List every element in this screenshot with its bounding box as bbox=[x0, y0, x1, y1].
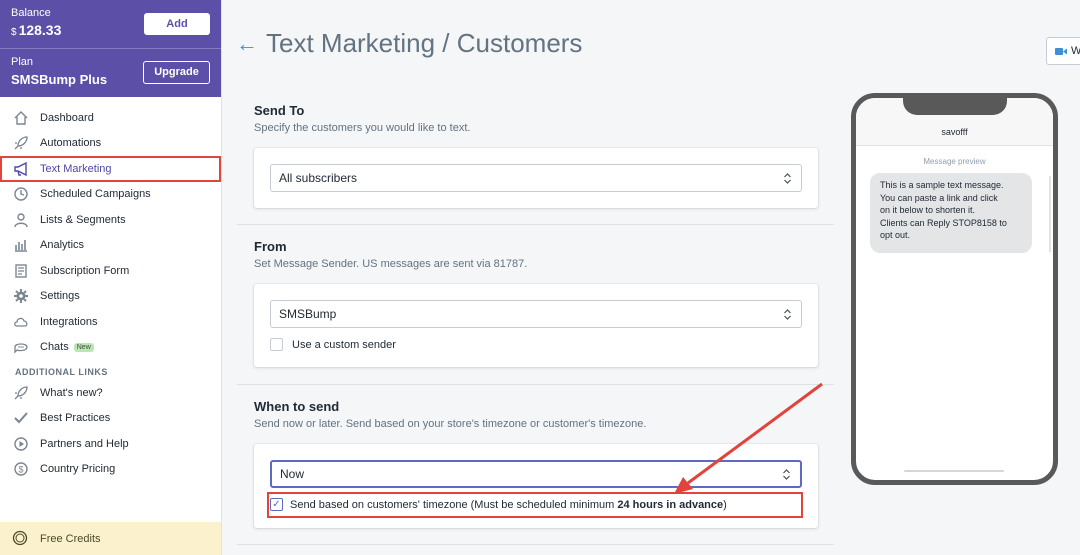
message-bubble: This is a sample text message. You can p… bbox=[870, 173, 1032, 253]
sidebar-item-partners-help[interactable]: Partners and Help bbox=[0, 431, 221, 457]
when-to-send-subtitle: Send now or later. Send based on your st… bbox=[254, 418, 647, 430]
sidebar-item-best-practices[interactable]: Best Practices bbox=[0, 406, 221, 432]
rocket-icon bbox=[12, 384, 29, 401]
dollar-icon: $ bbox=[12, 461, 29, 478]
balance-label: Balance bbox=[11, 7, 51, 19]
gear-icon bbox=[12, 288, 29, 305]
from-select[interactable]: SMSBump bbox=[270, 300, 802, 328]
select-chevron-icon bbox=[783, 462, 790, 486]
send-to-subtitle: Specify the customers you would like to … bbox=[254, 122, 471, 134]
upgrade-button[interactable]: Upgrade bbox=[143, 61, 210, 84]
sidebar-nav: Dashboard Automations Text Marketing Sch… bbox=[0, 105, 221, 482]
sidebar-item-settings[interactable]: Settings bbox=[0, 284, 221, 310]
message-line: opt out. bbox=[880, 230, 911, 240]
custom-sender-checkbox[interactable] bbox=[270, 338, 283, 351]
sidebar-item-label: What's new? bbox=[40, 386, 103, 399]
balance-amount: 128.33 bbox=[18, 22, 62, 38]
annotation-highlight-box bbox=[267, 492, 803, 518]
custom-sender-label: Use a custom sender bbox=[292, 339, 396, 351]
rocket-icon bbox=[12, 135, 29, 152]
message-line: Clients can Reply STOP8158 to bbox=[880, 217, 1007, 228]
send-to-title: Send To bbox=[254, 103, 305, 118]
sidebar-item-label: Lists & Segments bbox=[40, 213, 126, 226]
home-icon bbox=[12, 109, 29, 126]
message-line: You can paste a link and click bbox=[880, 192, 998, 203]
sidebar-item-label: Chats bbox=[40, 341, 69, 354]
person-icon bbox=[12, 211, 29, 228]
when-to-send-select[interactable]: Now bbox=[270, 460, 802, 488]
section-divider bbox=[237, 544, 834, 545]
from-title: From bbox=[254, 239, 287, 254]
sidebar-item-label: Scheduled Campaigns bbox=[40, 188, 151, 201]
clock-icon bbox=[12, 186, 29, 203]
sidebar-item-country-pricing[interactable]: $ Country Pricing bbox=[0, 457, 221, 483]
currency-symbol: $ bbox=[11, 27, 17, 38]
message-line: This is a sample text message. bbox=[880, 180, 1004, 190]
sidebar-item-label: Settings bbox=[40, 290, 80, 303]
preview-scrollbar[interactable] bbox=[1049, 176, 1051, 252]
divider bbox=[0, 48, 221, 49]
cloud-icon bbox=[12, 313, 29, 330]
page-title: Text Marketing / Customers bbox=[266, 28, 583, 58]
svg-text:$: $ bbox=[18, 465, 23, 475]
select-chevron-icon bbox=[784, 301, 791, 327]
sidebar-item-label: Text Marketing bbox=[40, 162, 112, 175]
back-arrow-icon[interactable]: ← bbox=[236, 31, 258, 57]
sidebar-item-label: Best Practices bbox=[40, 412, 111, 425]
megaphone-icon bbox=[12, 160, 29, 177]
phone-home-bar bbox=[904, 470, 1004, 472]
when-selected: Now bbox=[280, 467, 305, 481]
sidebar-item-analytics[interactable]: Analytics bbox=[0, 233, 221, 259]
sidebar-item-subscription-form[interactable]: Subscription Form bbox=[0, 258, 221, 284]
free-credits-label: Free Credits bbox=[40, 532, 101, 545]
sidebar-item-scheduled-campaigns[interactable]: Scheduled Campaigns bbox=[0, 182, 221, 208]
sidebar-item-label: Automations bbox=[40, 137, 102, 150]
sidebar-item-text-marketing[interactable]: Text Marketing bbox=[0, 156, 221, 182]
page-header: ← Text Marketing / Customers bbox=[236, 28, 582, 59]
message-line: on it below to shorten it. bbox=[880, 205, 976, 215]
send-to-selected: All subscribers bbox=[279, 171, 358, 185]
sidebar-item-label: Country Pricing bbox=[40, 463, 116, 476]
form-icon bbox=[12, 262, 29, 279]
account-panel: Balance $128.33 Add Plan SMSBump Plus Up… bbox=[0, 0, 221, 97]
sidebar-item-label: Analytics bbox=[40, 239, 85, 252]
play-icon bbox=[12, 435, 29, 452]
sidebar-item-integrations[interactable]: Integrations bbox=[0, 309, 221, 335]
phone-preview: savofff Message preview This is a sample… bbox=[851, 93, 1058, 485]
coin-icon bbox=[12, 530, 29, 547]
from-selected: SMSBump bbox=[279, 307, 337, 321]
video-camera-icon bbox=[1055, 47, 1067, 55]
video-tutorial-button[interactable]: W bbox=[1046, 37, 1080, 65]
sidebar-item-automations[interactable]: Automations bbox=[0, 131, 221, 157]
select-chevron-icon bbox=[784, 165, 791, 191]
phone-sender-name: savofff bbox=[941, 127, 968, 137]
sidebar-item-whats-new[interactable]: What's new? bbox=[0, 380, 221, 406]
section-divider bbox=[237, 224, 834, 225]
additional-links-heading: ADDITIONAL LINKS bbox=[15, 367, 108, 377]
sidebar: Balance $128.33 Add Plan SMSBump Plus Up… bbox=[0, 0, 222, 555]
plan-label: Plan bbox=[11, 56, 34, 68]
chat-icon bbox=[12, 339, 29, 356]
when-to-send-title: When to send bbox=[254, 399, 340, 414]
video-button-label: W bbox=[1071, 45, 1080, 57]
sidebar-item-label: Subscription Form bbox=[40, 264, 130, 277]
sidebar-item-dashboard[interactable]: Dashboard bbox=[0, 105, 221, 131]
sidebar-item-label: Partners and Help bbox=[40, 437, 129, 450]
sidebar-item-chats[interactable]: Chats New bbox=[0, 335, 221, 361]
sidebar-item-label: Dashboard bbox=[40, 111, 94, 124]
bar-chart-icon bbox=[12, 237, 29, 254]
sidebar-item-label: Integrations bbox=[40, 315, 98, 328]
section-divider bbox=[237, 384, 834, 385]
check-icon bbox=[12, 410, 29, 427]
phone-notch bbox=[903, 93, 1007, 115]
from-subtitle: Set Message Sender. US messages are sent… bbox=[254, 258, 528, 270]
new-badge: New bbox=[73, 342, 94, 352]
balance-value: $128.33 bbox=[11, 22, 61, 38]
add-balance-button[interactable]: Add bbox=[144, 13, 210, 35]
sidebar-item-lists-segments[interactable]: Lists & Segments bbox=[0, 207, 221, 233]
plan-value: SMSBump Plus bbox=[11, 72, 108, 87]
free-credits-link[interactable]: Free Credits bbox=[0, 522, 221, 555]
message-preview-label: Message preview bbox=[923, 157, 986, 166]
send-to-select[interactable]: All subscribers bbox=[270, 164, 802, 192]
